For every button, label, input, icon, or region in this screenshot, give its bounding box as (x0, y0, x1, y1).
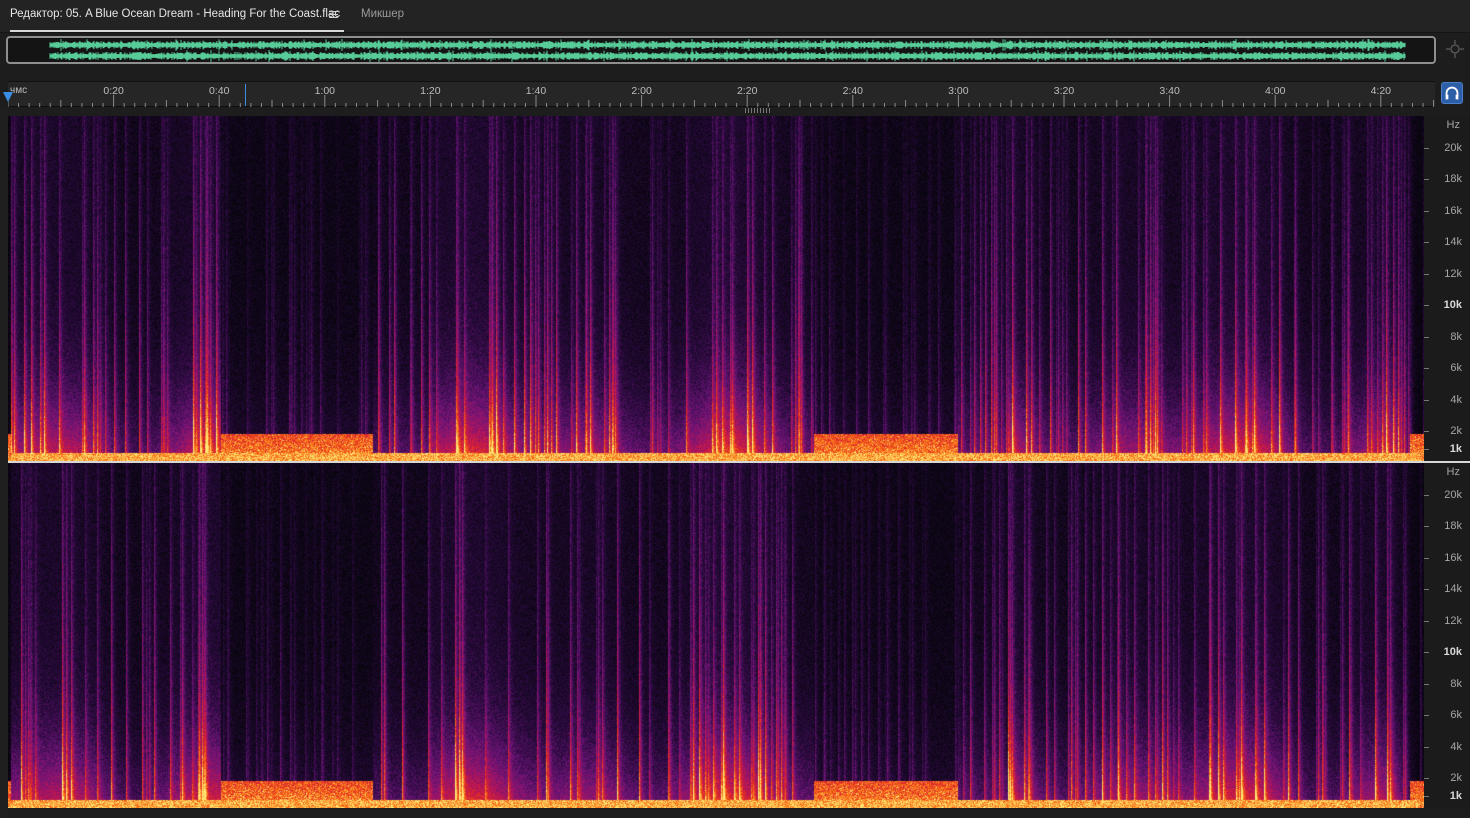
frequency-label: 6k (1450, 709, 1462, 722)
frequency-tick (1424, 305, 1429, 307)
ruler-label: 3:00 (948, 85, 969, 97)
monitor-button[interactable] (1441, 82, 1463, 104)
waveform-overview[interactable] (6, 36, 1436, 64)
tab-bar: Редактор: 05. A Blue Ocean Dream - Headi… (0, 0, 1470, 33)
frequency-label: 16k (1444, 204, 1462, 217)
hamburger-icon[interactable] (329, 9, 338, 21)
ruler-label: 1:00 (314, 85, 336, 97)
frequency-tick (1424, 336, 1429, 338)
frequency-label: 8k (1450, 330, 1462, 343)
ruler-label: 2:00 (631, 85, 652, 97)
spectrogram-right (8, 463, 1424, 808)
panel-resize-grip[interactable] (745, 108, 771, 113)
playhead-marker[interactable] (3, 92, 13, 102)
time-ruler[interactable]: чмс 0:20 0:40 1:00 1:20 1:40 2:00 2:20 2:40 3:00… (8, 81, 1435, 107)
ruler-label: 4:00 (1264, 85, 1286, 97)
frequency-tick (1424, 242, 1429, 244)
frequency-label: 4k (1450, 393, 1462, 406)
frequency-tick (1424, 557, 1429, 559)
ruler-label: 1:40 (525, 85, 547, 97)
frequency-label: 1k (1449, 443, 1462, 455)
frequency-label: 16k (1444, 551, 1462, 564)
tab-editor[interactable]: Редактор: 05. A Blue Ocean Dream - Headi… (10, 0, 345, 32)
frequency-tick (1424, 589, 1429, 591)
tab-editor-label: Редактор: 05. A Blue Ocean Dream - Headi… (10, 8, 341, 20)
frequency-label: 20k (1444, 489, 1462, 501)
frequency-tick (1424, 746, 1429, 748)
frequency-label: 2k (1450, 425, 1462, 437)
frequency-tick (1424, 148, 1429, 149)
frequency-tick (1424, 495, 1429, 496)
zoom-navigator-icon[interactable] (1444, 38, 1466, 60)
frequency-tick (1424, 796, 1429, 797)
frequency-tick (1424, 368, 1429, 370)
frequency-tick (1424, 652, 1429, 654)
overview-channel-trace (49, 39, 1406, 51)
frequency-label: 18k (1444, 520, 1462, 533)
ruler-label: 1:20 (420, 85, 441, 97)
ruler-label: 2:20 (736, 85, 758, 97)
frequency-tick (1424, 620, 1429, 622)
overview-channel-trace (49, 50, 1406, 62)
spectrogram-left (8, 116, 1424, 461)
ruler-label: 3:40 (1159, 85, 1180, 97)
left-gutter (0, 108, 8, 818)
frequency-tick (1424, 210, 1429, 212)
frequency-scale-left[interactable]: Hz 20k 18k 16k 14k 12k 10k 8k 6k 4k 2k 1k (1424, 116, 1470, 461)
frequency-scale-right[interactable]: Hz 20k 18k 16k 14k 12k 10k 8k 6k 4k 2k 1k (1424, 463, 1470, 808)
time-cursor (245, 84, 246, 106)
frequency-tick (1424, 526, 1429, 528)
frequency-label: 12k (1444, 614, 1462, 627)
overview-waveform (49, 39, 1406, 62)
frequency-tick (1424, 179, 1429, 181)
tab-mixer-label: Микшер (361, 8, 405, 20)
frequency-tick (1424, 778, 1429, 779)
frequency-label: 14k (1444, 236, 1462, 249)
frequency-label: 18k (1444, 173, 1462, 186)
tab-mixer[interactable]: Микшер (361, 0, 404, 30)
frequency-tick (1424, 715, 1429, 717)
ruler-label: 4:20 (1370, 85, 1392, 97)
frequency-tick (1424, 431, 1429, 432)
headphones-icon (1445, 86, 1459, 100)
frequency-label: 10k (1443, 299, 1462, 312)
frequency-label: 8k (1450, 677, 1462, 690)
frequency-tick (1424, 399, 1429, 401)
frequency-label: 10k (1443, 646, 1462, 659)
spectral-display-left-channel[interactable] (8, 116, 1424, 461)
frequency-label: 20k (1444, 142, 1462, 154)
frequency-tick (1424, 683, 1429, 685)
ruler-label: 0:20 (103, 85, 124, 97)
spectral-display-right-channel[interactable] (8, 463, 1424, 808)
frequency-unit: Hz (1446, 466, 1460, 478)
frequency-label: 14k (1444, 583, 1462, 596)
ruler-label: 0:40 (208, 85, 230, 97)
frequency-unit: Hz (1446, 119, 1460, 131)
frequency-label: 6k (1450, 362, 1462, 375)
frequency-label: 12k (1444, 267, 1462, 280)
frequency-tick (1424, 449, 1429, 450)
frequency-label: 1k (1449, 790, 1462, 802)
ruler-label: 3:20 (1053, 85, 1075, 97)
frequency-label: 2k (1450, 772, 1462, 784)
ruler-label: 2:40 (842, 85, 864, 97)
frequency-label: 4k (1450, 740, 1462, 753)
frequency-tick (1424, 273, 1429, 275)
